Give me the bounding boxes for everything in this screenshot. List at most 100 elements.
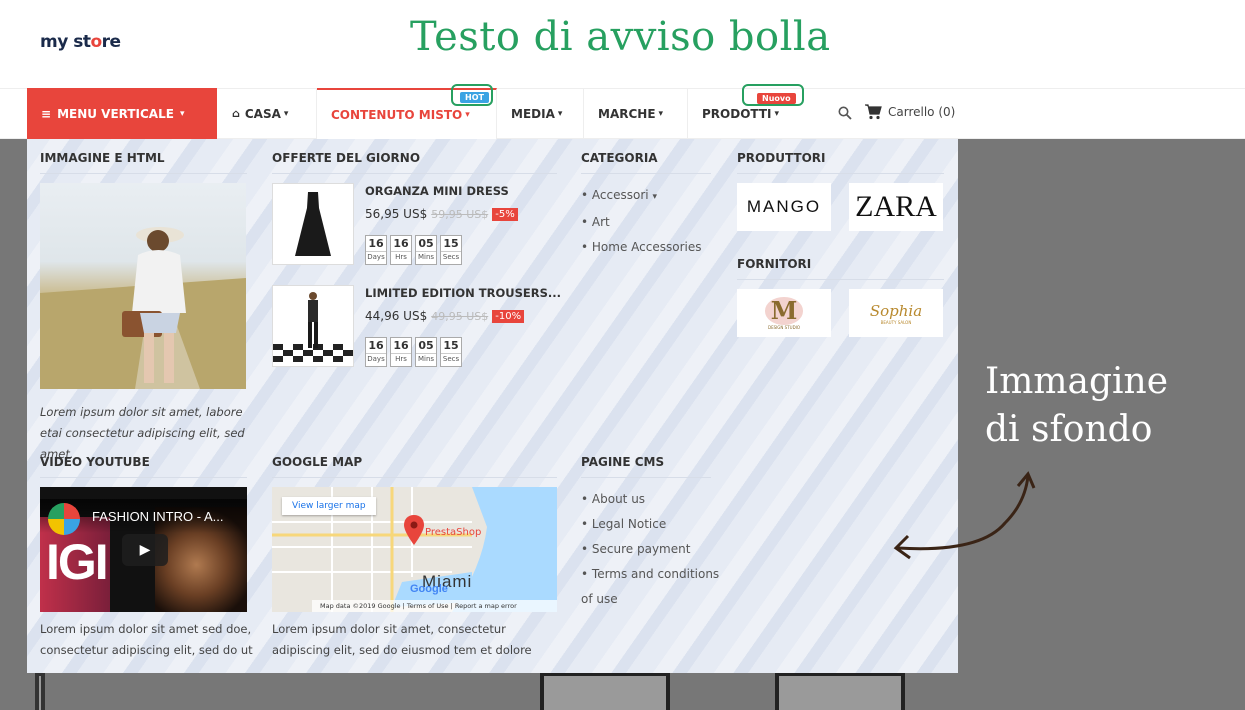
countdown-unit: Mins xyxy=(416,251,436,261)
section-title-producers: PRODUTTORI xyxy=(737,151,944,174)
map-pin-icon[interactable] xyxy=(404,515,424,545)
product-image-trousers[interactable] xyxy=(272,285,354,367)
cms-link-about-us[interactable]: About us xyxy=(581,487,721,512)
section-title-image-html: IMMAGINE E HTML xyxy=(40,151,247,174)
discount-badge: -5% xyxy=(492,207,518,221)
chevron-down-icon: ▾ xyxy=(283,108,289,119)
countdown-value: 16 xyxy=(393,339,409,352)
category-link-art[interactable]: Art xyxy=(581,210,701,235)
discount-badge: -10% xyxy=(492,309,525,323)
countdown-days: 16 Days xyxy=(365,337,387,367)
search-icon[interactable] xyxy=(838,106,852,120)
countdown-unit: Mins xyxy=(416,353,436,363)
countdown-value: 05 xyxy=(418,237,434,250)
channel-avatar[interactable] xyxy=(48,503,80,535)
cms-link-secure-payment[interactable]: Secure payment xyxy=(581,537,721,562)
current-price: 44,96 US$ xyxy=(365,309,428,323)
countdown-unit: Secs xyxy=(441,251,461,261)
countdown-timer: 16 Days 16 Hrs 05 Mins 15 Secs xyxy=(365,337,462,367)
logo-text-2: re xyxy=(101,32,121,52)
supplier-logo-sophia[interactable]: Sophia BEAUTY SALON xyxy=(849,289,943,337)
chevron-down-icon: ▾ xyxy=(652,192,657,202)
video-caption: Lorem ipsum dolor sit amet sed doe, cons… xyxy=(40,622,253,657)
product-thumb xyxy=(35,672,45,710)
brand-name: M xyxy=(764,296,804,325)
youtube-video[interactable]: IGI FASHION INTRO - A... ▶ xyxy=(40,487,247,612)
product-price: 44,96 US$ 49,95 US$ -10% xyxy=(365,309,525,323)
category-label: Accessori xyxy=(591,188,649,202)
old-price: 59,95 US$ xyxy=(431,207,489,221)
cart-link[interactable]: Carrello (0) xyxy=(864,104,955,120)
countdown-hours: 16 Hrs xyxy=(390,235,412,265)
vertical-menu-label: MENU VERTICALE xyxy=(57,106,174,121)
nav-item-label: PRODOTTI xyxy=(702,106,772,121)
background-image-annotation: Immagine di sfondo xyxy=(985,358,1168,454)
brand-subtitle: BEAUTY SALON xyxy=(880,319,912,325)
chevron-down-icon: ▾ xyxy=(774,108,780,119)
logo-text-o: o xyxy=(90,32,102,52)
section-title-deals: OFFERTE DEL GIORNO xyxy=(272,151,557,174)
supplier-logo-m[interactable]: M DESIGN STUDIO xyxy=(737,289,831,337)
countdown-timer: 16 Days 16 Hrs 05 Mins 15 Secs xyxy=(365,235,462,265)
video-title[interactable]: FASHION INTRO - A... xyxy=(92,509,223,524)
woman-photo xyxy=(40,183,246,389)
countdown-value: 05 xyxy=(418,339,434,352)
section-title-cms: PAGINE CMS xyxy=(581,455,711,478)
new-badge-callout xyxy=(742,84,804,106)
annotation-line-2: di sfondo xyxy=(985,409,1153,450)
countdown-unit: Days xyxy=(366,251,386,261)
cms-link-terms[interactable]: Terms and conditions of use xyxy=(581,562,721,612)
countdown-mins: 05 Mins xyxy=(415,337,437,367)
view-larger-map-link[interactable]: View larger map xyxy=(282,497,376,515)
brand-name: MANGO xyxy=(746,197,822,216)
countdown-value: 15 xyxy=(443,339,459,352)
play-icon: ▶ xyxy=(139,542,151,558)
nav-item-label: MEDIA xyxy=(511,106,555,121)
cms-link-legal-notice[interactable]: Legal Notice xyxy=(581,512,721,537)
countdown-unit: Days xyxy=(366,353,386,363)
brand-logo-zara[interactable]: ZARA xyxy=(849,183,943,231)
nav-item-casa[interactable]: ⌂ CASA ▾ xyxy=(218,88,317,139)
product-price: 56,95 US$ 59,95 US$ -5% xyxy=(365,207,518,221)
hamburger-icon: ≡ xyxy=(41,106,52,121)
countdown-unit: Hrs xyxy=(391,251,411,263)
product-image-dress[interactable] xyxy=(272,183,354,265)
category-link-home-accessories[interactable]: Home Accessories xyxy=(581,235,702,260)
countdown-value: 15 xyxy=(443,237,459,250)
category-link-accessori[interactable]: Accessori ▾ xyxy=(581,183,701,210)
nav-item-media[interactable]: MEDIA ▾ xyxy=(497,88,584,139)
product-name-link[interactable]: LIMITED EDITION TROUSERS... xyxy=(365,286,561,300)
nav-item-marche[interactable]: MARCHE ▾ xyxy=(584,88,688,139)
play-button[interactable]: ▶ xyxy=(122,534,168,566)
brand-logo-mango[interactable]: MANGO xyxy=(737,183,831,231)
current-price: 56,95 US$ xyxy=(365,207,428,221)
countdown-value: 16 xyxy=(393,237,409,250)
curved-arrow-icon xyxy=(893,471,1036,560)
category-list: Accessori ▾ Art Home Accessories xyxy=(581,183,702,260)
section-title-video: VIDEO YOUTUBE xyxy=(40,455,247,478)
countdown-secs: 15 Secs xyxy=(440,337,462,367)
chevron-down-icon: ▾ xyxy=(465,109,470,120)
google-map[interactable]: View larger map PrestaShop Miami Google … xyxy=(272,487,557,612)
nav-item-label: CASA xyxy=(244,106,281,121)
brand-name: ZARA xyxy=(855,190,937,223)
cms-list: About us Legal Notice Secure payment Ter… xyxy=(581,487,721,612)
product-thumb xyxy=(540,672,670,710)
home-icon: ⌂ xyxy=(232,107,240,120)
countdown-mins: 05 Mins xyxy=(415,235,437,265)
google-logo: Google xyxy=(410,583,448,595)
map-place-label: PrestaShop xyxy=(425,527,482,538)
countdown-secs: 15 Secs xyxy=(440,235,462,265)
section-title-map: GOOGLE MAP xyxy=(272,455,557,478)
brand-name: Sophia xyxy=(869,301,923,320)
product-name-link[interactable]: ORGANZA MINI DRESS xyxy=(365,184,509,198)
store-logo[interactable]: my store xyxy=(40,32,121,52)
nav-item-label: CONTENUTO MISTO xyxy=(331,107,463,122)
headline-annotation: Testo di avviso bolla xyxy=(410,14,831,60)
vertical-menu-button[interactable]: ≡ MENU VERTICALE ▾ xyxy=(27,88,217,139)
brand-subtitle: DESIGN STUDIO xyxy=(767,324,800,330)
section-title-category: CATEGORIA xyxy=(581,151,711,174)
cart-label: Carrello (0) xyxy=(888,105,956,119)
old-price: 49,95 US$ xyxy=(431,309,489,323)
product-thumb xyxy=(775,672,905,710)
